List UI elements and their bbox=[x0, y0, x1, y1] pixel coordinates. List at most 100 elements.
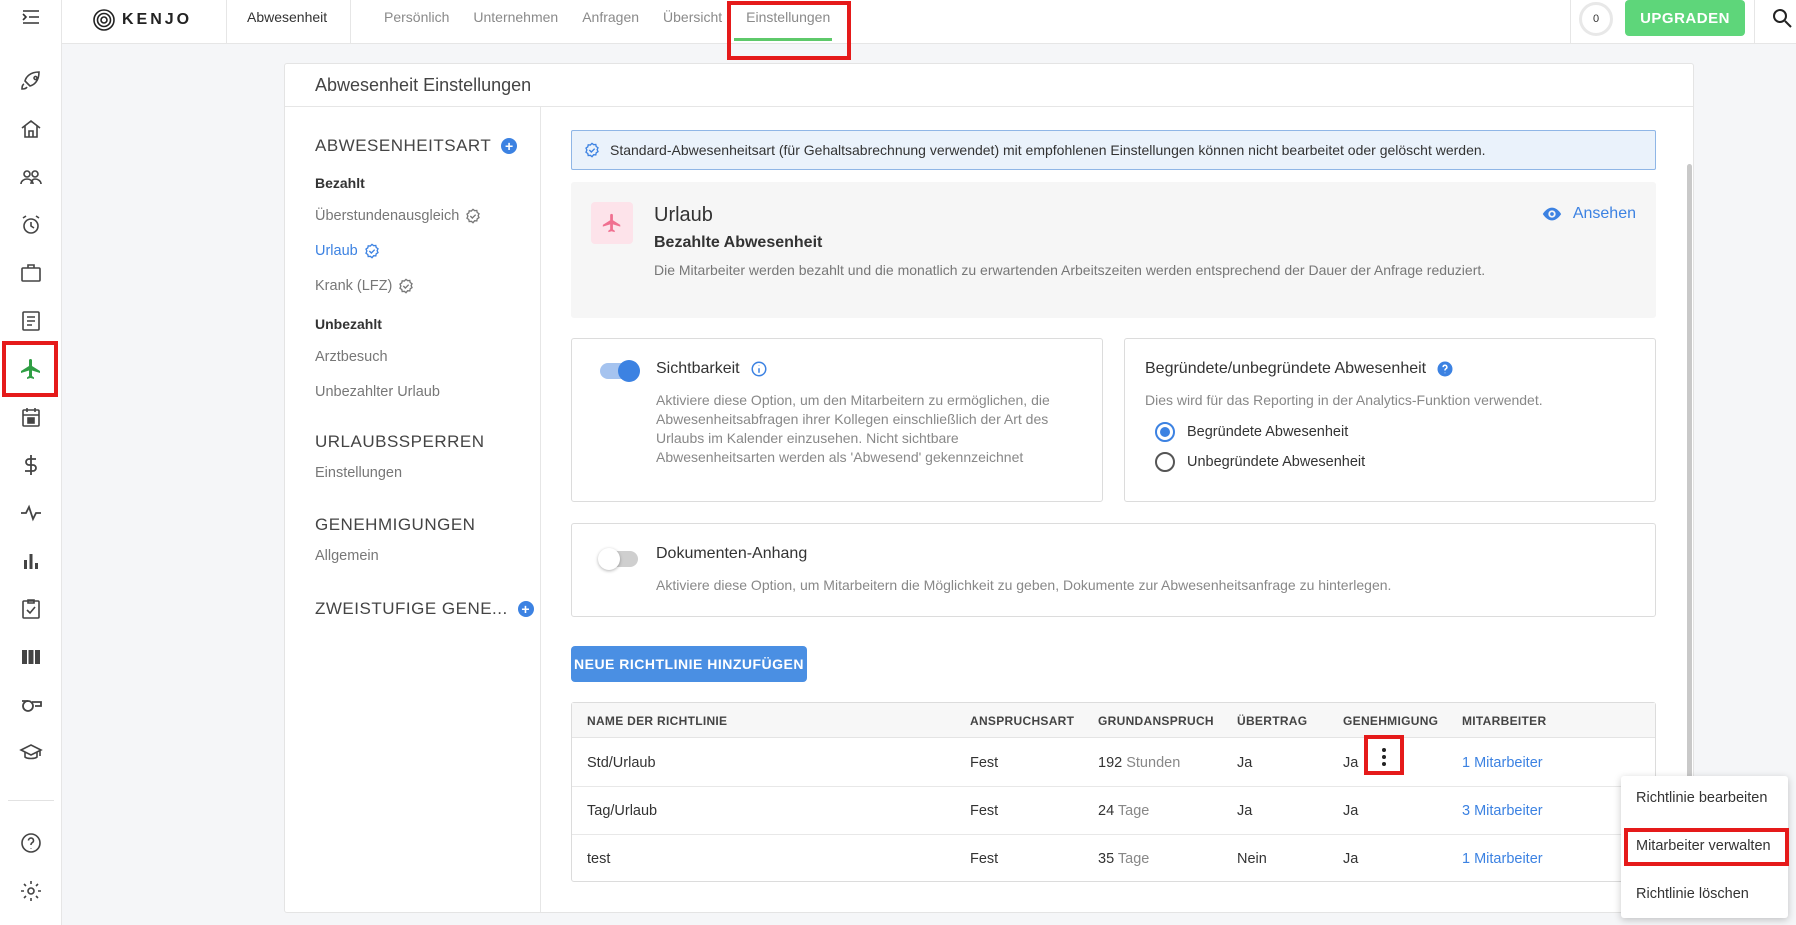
nav-item-approvals-general[interactable]: Allgemein bbox=[315, 548, 379, 564]
more-vert-icon[interactable] bbox=[1373, 743, 1395, 771]
menu-toggle-icon[interactable] bbox=[0, 0, 62, 38]
info-banner-text: Standard-Abwesenheitsart (für Gehaltsabr… bbox=[610, 142, 1486, 158]
attachment-description: Aktiviere diese Option, um Mitarbeitern … bbox=[656, 577, 1392, 593]
highlight-box bbox=[727, 1, 851, 60]
tab-anfragen[interactable]: Anfragen bbox=[570, 0, 651, 44]
policy-name: Std/Urlaub bbox=[587, 755, 656, 771]
employees-link[interactable]: 1 Mitarbeiter bbox=[1462, 851, 1543, 867]
add-absence-type-icon[interactable]: + bbox=[501, 138, 518, 154]
column-header[interactable]: GRUNDANSPRUCH bbox=[1098, 714, 1214, 728]
justified-absence-card: Begründete/unbegründete Abwesenheit Dies… bbox=[1124, 338, 1656, 502]
kenjo-logo-icon bbox=[93, 9, 115, 31]
rocket-icon[interactable] bbox=[0, 60, 62, 102]
nav-item-unpaid-vacation[interactable]: Unbezahlter Urlaub bbox=[315, 384, 440, 400]
help-icon[interactable] bbox=[0, 822, 62, 864]
briefcase-icon[interactable] bbox=[0, 252, 62, 294]
toggle-knob bbox=[618, 360, 640, 382]
menu-item-delete-policy[interactable]: Richtlinie löschen bbox=[1621, 872, 1788, 916]
radio-unjustified[interactable]: Unbegründete Abwesenheit bbox=[1155, 452, 1365, 472]
visibility-title: Sichtbarkeit bbox=[656, 360, 768, 378]
divider bbox=[226, 0, 227, 44]
nav-item-vacation[interactable]: Urlaub bbox=[315, 243, 380, 259]
table-row[interactable]: test Fest 35 Tage Nein Ja 1 Mitarbeiter bbox=[572, 835, 1655, 883]
nav-section-label: URLAUBSSPERREN bbox=[315, 432, 485, 451]
help-icon[interactable] bbox=[1436, 360, 1454, 378]
divider bbox=[350, 0, 351, 44]
people-icon[interactable] bbox=[0, 156, 62, 198]
checklist-icon[interactable] bbox=[0, 588, 62, 630]
policy-name: test bbox=[587, 851, 611, 867]
dollar-icon[interactable] bbox=[0, 444, 62, 486]
nav-item-doctor[interactable]: Arztbesuch bbox=[315, 349, 388, 365]
tab-unternehmen[interactable]: Unternehmen bbox=[461, 0, 570, 44]
tab-personlich[interactable]: Persönlich bbox=[372, 0, 461, 44]
counter-badge[interactable]: 0 bbox=[1579, 2, 1613, 36]
policy-name: Tag/Urlaub bbox=[587, 803, 658, 819]
nav-group-unpaid: Unbezahlt bbox=[315, 316, 382, 332]
tab-ubersicht[interactable]: Übersicht bbox=[651, 0, 734, 44]
settings-card: Abwesenheit Einstellungen ABWESENHEITSAR… bbox=[284, 63, 1694, 913]
column-header[interactable]: ANSPRUCHSART bbox=[970, 714, 1074, 728]
columns-icon[interactable] bbox=[0, 636, 62, 678]
home-icon[interactable] bbox=[0, 108, 62, 150]
view-button[interactable]: Ansehen bbox=[1541, 203, 1636, 225]
radio-button[interactable] bbox=[1155, 452, 1175, 472]
column-header[interactable]: MITARBEITER bbox=[1462, 714, 1546, 728]
table-row[interactable]: Tag/Urlaub Fest 24 Tage Ja Ja 3 Mitarbei… bbox=[572, 787, 1655, 835]
base-entitlement: 35 Tage bbox=[1098, 851, 1149, 867]
verified-badge-icon bbox=[466, 208, 481, 224]
carryover: Nein bbox=[1237, 851, 1267, 867]
nav-item-label: Urlaub bbox=[315, 243, 358, 259]
menu-item-edit-policy[interactable]: Richtlinie bearbeiten bbox=[1621, 776, 1788, 820]
divider bbox=[1754, 0, 1755, 44]
absence-type-subtitle: Bezahlte Abwesenheit bbox=[654, 234, 823, 251]
radio-button[interactable] bbox=[1155, 422, 1175, 442]
calendar-icon[interactable] bbox=[0, 396, 62, 438]
unit: Tage bbox=[1117, 803, 1150, 819]
toggle-knob bbox=[598, 548, 620, 570]
graduation-cap-icon[interactable] bbox=[0, 732, 62, 774]
upgrade-button[interactable]: UPGRADEN bbox=[1625, 0, 1745, 36]
info-icon[interactable] bbox=[750, 360, 768, 378]
absence-type-summary: Urlaub Bezahlte Abwesenheit Die Mitarbei… bbox=[571, 182, 1656, 318]
table-row[interactable]: Std/Urlaub Fest 192 Stunden Ja Ja 1 Mita… bbox=[572, 739, 1655, 787]
add-policy-button[interactable]: NEUE RICHTLINIE HINZUFÜGEN bbox=[571, 646, 807, 682]
nav-group-paid: Bezahlt bbox=[315, 175, 365, 191]
nav-item-overtime[interactable]: Überstundenausgleich bbox=[315, 208, 481, 224]
visibility-toggle[interactable] bbox=[600, 360, 640, 382]
nav-section-approvals: GENEHMIGUNGEN bbox=[315, 515, 475, 535]
employees-link[interactable]: 1 Mitarbeiter bbox=[1462, 755, 1543, 771]
approval: Ja bbox=[1343, 803, 1359, 819]
section-title[interactable]: Abwesenheit bbox=[247, 9, 327, 25]
visibility-title-label: Sichtbarkeit bbox=[656, 360, 740, 377]
brand-logo[interactable]: KENJO bbox=[92, 8, 192, 32]
column-header[interactable]: GENEHMIGUNG bbox=[1343, 714, 1438, 728]
add-two-step-icon[interactable]: + bbox=[517, 601, 534, 617]
column-header[interactable]: ÜBERTRAG bbox=[1237, 714, 1307, 728]
employees-link[interactable]: 3 Mitarbeiter bbox=[1462, 803, 1543, 819]
nav-section-label[interactable]: ZWEISTUFIGE GENE... bbox=[315, 599, 508, 619]
column-header[interactable]: NAME DER RICHTLINIE bbox=[587, 714, 727, 728]
icon-rail bbox=[0, 0, 62, 925]
nav-item-blackout-settings[interactable]: Einstellungen bbox=[315, 465, 402, 481]
attachment-toggle[interactable] bbox=[598, 548, 638, 570]
amount: 35 bbox=[1098, 851, 1115, 867]
divider bbox=[540, 107, 541, 912]
radio-justified[interactable]: Begründete Abwesenheit bbox=[1155, 422, 1348, 442]
justified-description: Dies wird für das Reporting in der Analy… bbox=[1145, 392, 1543, 408]
carryover: Ja bbox=[1237, 803, 1253, 819]
scrollbar[interactable] bbox=[1687, 164, 1692, 814]
whistle-icon[interactable] bbox=[0, 684, 62, 726]
bar-chart-icon[interactable] bbox=[0, 540, 62, 582]
alarm-icon[interactable] bbox=[0, 204, 62, 246]
settings-icon[interactable] bbox=[0, 870, 62, 912]
page-title: Abwesenheit Einstellungen bbox=[315, 75, 532, 95]
document-icon[interactable] bbox=[0, 300, 62, 342]
highlight-box bbox=[2, 341, 58, 397]
verified-badge-icon bbox=[585, 142, 599, 158]
absence-type-description: Die Mitarbeiter werden bezahlt und die m… bbox=[654, 262, 1486, 278]
search-icon[interactable] bbox=[1770, 6, 1794, 30]
verified-badge-icon bbox=[364, 243, 379, 259]
nav-item-sick[interactable]: Krank (LFZ) bbox=[315, 278, 414, 294]
pulse-icon[interactable] bbox=[0, 492, 62, 534]
